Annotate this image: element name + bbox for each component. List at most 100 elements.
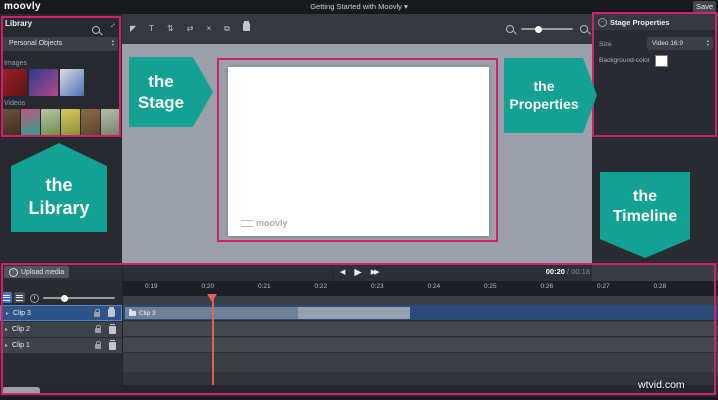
- video-thumbnails: [1, 109, 120, 135]
- ruler-label: 0:19: [145, 283, 158, 290]
- total-time: 00:18: [571, 267, 590, 276]
- expand-panel-icon[interactable]: ↔: [106, 18, 118, 30]
- playhead-line[interactable]: [212, 296, 214, 385]
- select-tool-icon[interactable]: ◤: [130, 21, 136, 37]
- size-label: Size: [599, 41, 612, 48]
- list-view-toggle-active[interactable]: [1, 292, 12, 303]
- text-tool-icon[interactable]: T: [149, 21, 154, 37]
- lock-icon[interactable]: [95, 325, 101, 333]
- folder-icon: [129, 309, 136, 316]
- stage-zoom-control: [506, 25, 588, 33]
- divider: [332, 263, 333, 281]
- library-category-select[interactable]: Personal Objects: [3, 37, 118, 51]
- zoom-in-icon[interactable]: [580, 25, 588, 33]
- background-color-label: Background-color: [599, 57, 650, 64]
- image-thumbnails: [2, 69, 84, 96]
- ruler-label: 0:24: [427, 283, 441, 290]
- ruler-label: 0:20: [201, 283, 215, 290]
- lock-icon[interactable]: [95, 341, 101, 349]
- library-panel: [0, 14, 122, 263]
- ruler-label: 0:28: [653, 283, 667, 290]
- chevron-down-icon: ▾: [404, 2, 408, 11]
- ruler-label: 0:26: [540, 283, 554, 290]
- track-label: Clip 1: [12, 342, 30, 349]
- watermark-logo: moovly: [256, 218, 288, 228]
- videos-section-label: Videos: [4, 100, 26, 107]
- ruler-label: 0:27: [597, 283, 610, 290]
- track-header-cell[interactable]: ▸ Clip 1: [0, 338, 122, 353]
- zoom-slider[interactable]: [521, 25, 573, 33]
- size-select[interactable]: Video 16:9: [647, 37, 713, 50]
- upload-media-button[interactable]: ↑ Upload media: [4, 266, 70, 278]
- properties-title: Stage Properties: [610, 18, 670, 27]
- current-time: 00:20: [545, 267, 565, 276]
- ruler-label: 0:23: [371, 283, 384, 290]
- ruler-label: 0:21: [258, 283, 271, 290]
- select-updown-icon: [112, 38, 114, 47]
- playback-controls: ◀ ▶ ▶▶: [340, 266, 380, 278]
- timeline-zoom-slider[interactable]: [43, 294, 115, 302]
- library-image-thumb-red-graphic[interactable]: [2, 69, 27, 96]
- transport-right-section: [592, 263, 718, 281]
- trash-icon[interactable]: [108, 307, 115, 317]
- select-updown-icon: [707, 38, 709, 47]
- playhead-handle[interactable]: [207, 294, 217, 302]
- expand-track-icon[interactable]: ▸: [5, 326, 8, 333]
- fast-forward-button[interactable]: ▶▶: [371, 268, 380, 276]
- size-value: Video 16:9: [652, 40, 683, 47]
- timeline-scrollbar[interactable]: [0, 385, 718, 397]
- play-button[interactable]: ▶: [354, 267, 361, 278]
- zoom-out-icon[interactable]: [506, 25, 514, 33]
- save-button[interactable]: Save: [693, 1, 716, 13]
- library-video-thumb-country-road[interactable]: [101, 109, 120, 135]
- time-display: 00:20 / 00:18: [545, 267, 590, 276]
- track-header-cell[interactable]: ▸ Clip 3: [0, 305, 122, 321]
- properties-header[interactable]: Stage Properties: [592, 14, 718, 30]
- track-row-clip-2[interactable]: ▸ Clip 2: [0, 322, 718, 337]
- moovly-editor-window: moovly Getting Started with Moovly ▾ Sav…: [0, 0, 718, 400]
- ruler-label: 0:22: [314, 283, 328, 290]
- search-icon[interactable]: [92, 26, 100, 34]
- stage-canvas[interactable]: moovly: [228, 67, 489, 236]
- stage-watermark: moovly: [241, 218, 288, 228]
- library-video-thumb-autumn-trees[interactable]: [61, 109, 80, 135]
- delete-tool-icon[interactable]: [242, 21, 256, 37]
- copy-tool-icon[interactable]: ⧉: [224, 21, 230, 37]
- arrange-horizontal-tool-icon[interactable]: ⇄: [187, 21, 194, 37]
- grid-view-toggle[interactable]: [14, 292, 25, 303]
- project-title: Getting Started with Moovly: [310, 2, 402, 11]
- track-row-clip-1[interactable]: ▸ Clip 1: [0, 338, 718, 353]
- arrange-vertical-tool-icon[interactable]: ⇅: [167, 21, 174, 37]
- zoom-slider-handle[interactable]: [535, 25, 542, 33]
- track-row-clip-3[interactable]: ▸ Clip 3 Clip 3: [0, 305, 718, 321]
- project-title-dropdown[interactable]: Getting Started with Moovly ▾: [0, 2, 718, 11]
- clock-icon: [30, 294, 39, 303]
- expand-track-icon[interactable]: ▸: [5, 342, 8, 349]
- library-video-thumb-green-field[interactable]: [41, 109, 60, 135]
- divider: [122, 281, 123, 385]
- images-section-label: Images: [4, 60, 27, 67]
- background-color-swatch[interactable]: [655, 55, 668, 67]
- tool-buttons: ◤ T ⇅ ⇄ × ⧉: [130, 21, 256, 37]
- library-video-thumb-horse-path[interactable]: [1, 109, 20, 135]
- lock-icon[interactable]: [94, 308, 100, 317]
- clip-bar-extension[interactable]: [298, 307, 410, 319]
- trash-icon[interactable]: [109, 323, 116, 334]
- expand-track-icon[interactable]: ▸: [6, 310, 9, 317]
- collapse-icon[interactable]: [598, 18, 607, 27]
- library-image-thumb-boy-portrait[interactable]: [60, 69, 84, 96]
- track-label: Clip 2: [12, 326, 30, 333]
- watermark-lines: [241, 219, 253, 227]
- library-video-thumb-person-pink-teal[interactable]: [21, 109, 40, 135]
- rewind-button[interactable]: ◀: [340, 268, 345, 276]
- track-header-cell[interactable]: ▸ Clip 2: [0, 322, 122, 337]
- properties-panel: Stage Properties Size Video 16:9 Backgro…: [592, 14, 718, 263]
- cut-tool-icon[interactable]: ×: [206, 21, 211, 37]
- timeline-zoom-handle[interactable]: [61, 294, 68, 302]
- site-watermark: wtvid.com: [638, 379, 685, 391]
- library-video-thumb-barn[interactable]: [81, 109, 100, 135]
- divider: [122, 263, 123, 281]
- timeline-scrollbar-thumb[interactable]: [2, 387, 40, 395]
- library-image-thumb-blue-pink-graphic[interactable]: [29, 69, 58, 96]
- trash-icon[interactable]: [109, 339, 116, 350]
